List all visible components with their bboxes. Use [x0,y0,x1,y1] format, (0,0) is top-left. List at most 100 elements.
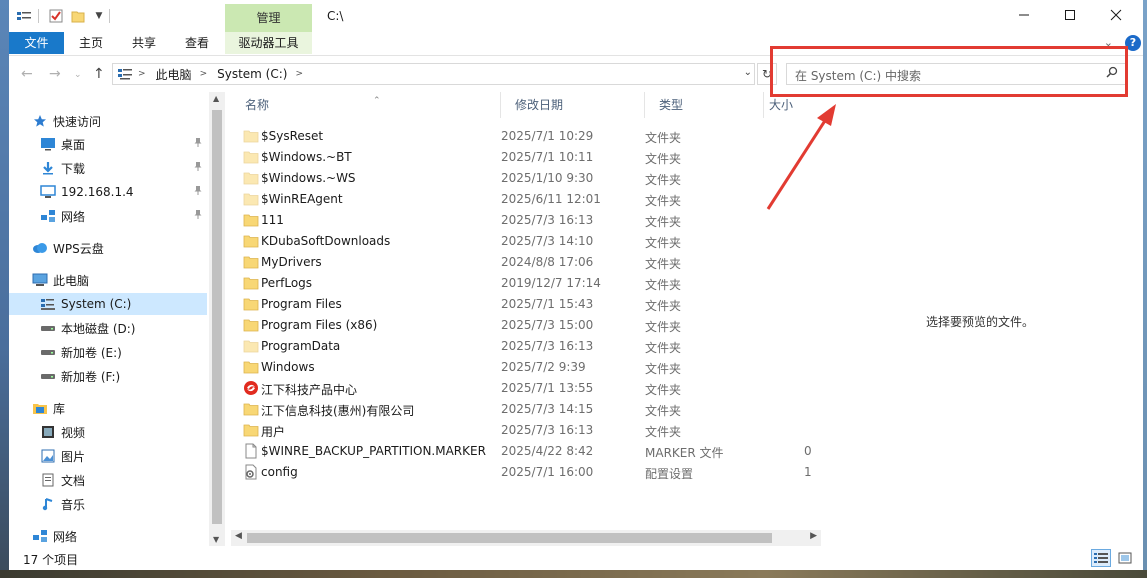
tab-drive-tools[interactable]: 驱动器工具 [225,32,312,54]
tab-home[interactable]: 主页 [71,32,111,54]
sidebar-item-label: 新加卷 (F:) [61,369,121,384]
column-header-date[interactable]: 修改日期 [501,92,645,118]
table-row[interactable]: MyDrivers 2024/8/8 17:06 文件夹 [231,252,807,273]
library-icon [31,400,49,416]
table-row[interactable]: $WINRE_BACKUP_PARTITION.MARKER 2025/4/22 … [231,441,812,462]
sidebar-item[interactable]: 桌面 [9,133,207,155]
table-row[interactable]: ProgramData 2025/7/3 16:13 文件夹 [231,336,807,357]
drive-icon [39,320,57,336]
monitor-icon [39,184,57,200]
large-icons-view-icon [1118,552,1132,564]
file-type: 文件夹 [645,236,682,250]
scrollbar-thumb[interactable] [212,110,222,524]
column-header-name[interactable]: 名称 ⌃ [231,92,501,118]
breadcrumb-this-pc[interactable]: 此电脑 [156,66,192,83]
table-row[interactable]: 111 2025/7/3 16:13 文件夹 [231,210,807,231]
sidebar-item[interactable]: 新加卷 (F:) [9,365,207,387]
address-bar[interactable]: > 此电脑 > System (C:) > ⌄ [112,63,755,85]
sidebar-item[interactable]: 网络 [9,205,207,227]
table-row[interactable]: 江下科技产品中心 2025/7/1 13:55 文件夹 [231,378,807,399]
new-folder-icon[interactable] [70,8,86,24]
table-row[interactable]: $Windows.~WS 2025/1/10 9:30 文件夹 [231,168,807,189]
recent-locations-chevron-icon[interactable]: ⌄ [74,70,82,80]
table-row[interactable]: Program Files (x86) 2025/7/3 15:00 文件夹 [231,315,807,336]
file-type: MARKER 文件 [645,446,724,460]
sidebar-item[interactable]: WPS云盘 [9,237,207,259]
table-row[interactable]: 江下信息科技(惠州)有限公司 2025/7/3 14:15 文件夹 [231,399,807,420]
pin-icon[interactable] [193,137,203,150]
table-row[interactable]: $WinREAgent 2025/6/11 12:01 文件夹 [231,189,807,210]
scroll-left-icon[interactable]: ◀ [235,531,242,541]
folder-icon [243,359,259,375]
tab-share[interactable]: 共享 [124,32,164,54]
large-icons-view-button[interactable] [1115,549,1135,567]
table-row[interactable]: Program Files 2025/7/1 15:43 文件夹 [231,294,807,315]
file-type: 配置设置 [645,467,694,481]
table-row[interactable]: config 2025/7/1 16:00 配置设置 1 [231,462,812,483]
sidebar-item[interactable]: 快速访问 [9,110,207,132]
minimize-button[interactable] [1001,0,1047,30]
sidebar-item[interactable]: 库 [9,397,207,419]
file-name: $SysReset [261,129,324,143]
scroll-up-icon[interactable]: ▲ [213,94,219,103]
table-row[interactable]: KDubaSoftDownloads 2025/7/3 14:10 文件夹 [231,231,807,252]
table-row[interactable]: PerfLogs 2019/12/7 17:14 文件夹 [231,273,807,294]
sidebar-item[interactable]: 192.168.1.4 [9,181,207,203]
forward-icon[interactable]: → [49,66,61,82]
table-row[interactable]: Windows 2025/7/2 9:39 文件夹 [231,357,807,378]
sidebar-item-label: 网络 [53,529,78,544]
sidebar-item[interactable]: 本地磁盘 (D:) [9,317,207,339]
scrollbar-thumb[interactable] [247,533,772,543]
tab-file[interactable]: 文件 [9,32,64,54]
file-list-horizontal-scrollbar[interactable]: ◀ ▶ [231,530,821,546]
breadcrumb-chevron-icon[interactable]: > [138,69,146,79]
system-drive-icon [39,296,57,312]
sidebar-item[interactable]: 下载 [9,157,207,179]
customize-toolbar-chevron-icon[interactable]: ▼ [91,8,107,24]
sidebar-item[interactable]: 网络 [9,525,207,546]
column-header-type[interactable]: 类型 [645,92,763,118]
back-icon[interactable]: ← [21,66,33,82]
status-bar: 17 个项目 [9,548,1143,570]
properties-icon[interactable] [16,8,32,24]
drive-icon [39,344,57,360]
file-type: 文件夹 [645,173,682,187]
file-type: 文件夹 [645,320,682,334]
sidebar-item[interactable]: 音乐 [9,493,207,515]
maximize-button[interactable] [1047,0,1093,30]
scroll-right-icon[interactable]: ▶ [810,531,817,541]
sidebar-item[interactable]: System (C:) [9,293,207,315]
sidebar-item[interactable]: 图片 [9,445,207,467]
close-button[interactable] [1093,0,1139,30]
breadcrumb-chevron-icon[interactable]: > [295,69,303,79]
file-type: 文件夹 [645,299,682,313]
file-date: 2025/6/11 12:01 [501,192,601,206]
file-name: 用户 [261,425,286,439]
breadcrumb-chevron-icon[interactable]: > [200,69,208,79]
nav-scrollbar[interactable]: ▲ ▼ [209,92,225,546]
table-row[interactable]: 用户 2025/7/3 16:13 文件夹 [231,420,807,441]
table-row[interactable]: $Windows.~BT 2025/7/1 10:11 文件夹 [231,147,807,168]
up-icon[interactable]: ↑ [93,66,105,82]
file-date: 2025/7/1 10:29 [501,129,594,143]
network-icon [39,208,57,224]
file-date: 2025/7/1 15:43 [501,297,594,311]
file-name: $WinREAgent [261,192,343,206]
breadcrumb-system-c[interactable]: System (C:) [217,67,287,81]
table-row[interactable]: $SysReset 2025/7/1 10:29 文件夹 [231,126,807,147]
pin-icon[interactable] [193,185,203,198]
pin-icon[interactable] [193,161,203,174]
sidebar-item[interactable]: 新加卷 (E:) [9,341,207,363]
checklist-icon[interactable] [48,8,64,24]
scroll-down-icon[interactable]: ▼ [213,535,219,544]
sidebar-item[interactable]: 此电脑 [9,269,207,291]
sidebar-item-label: 音乐 [61,497,86,512]
navigation-pane: 快速访问 桌面 下载 192.168.1.4 网络 WPS云盘 此电脑 System (C:)… [9,92,209,546]
address-dropdown-icon[interactable]: ⌄ [744,67,752,78]
sidebar-item[interactable]: 文档 [9,469,207,491]
tab-view[interactable]: 查看 [177,32,217,54]
file-list: 名称 ⌃ 修改日期 类型 大小 $SysReset 2025/7/1 10:29 文… [231,92,821,532]
pin-icon[interactable] [193,209,203,222]
sidebar-item[interactable]: 视频 [9,421,207,443]
details-view-button[interactable] [1091,549,1111,567]
